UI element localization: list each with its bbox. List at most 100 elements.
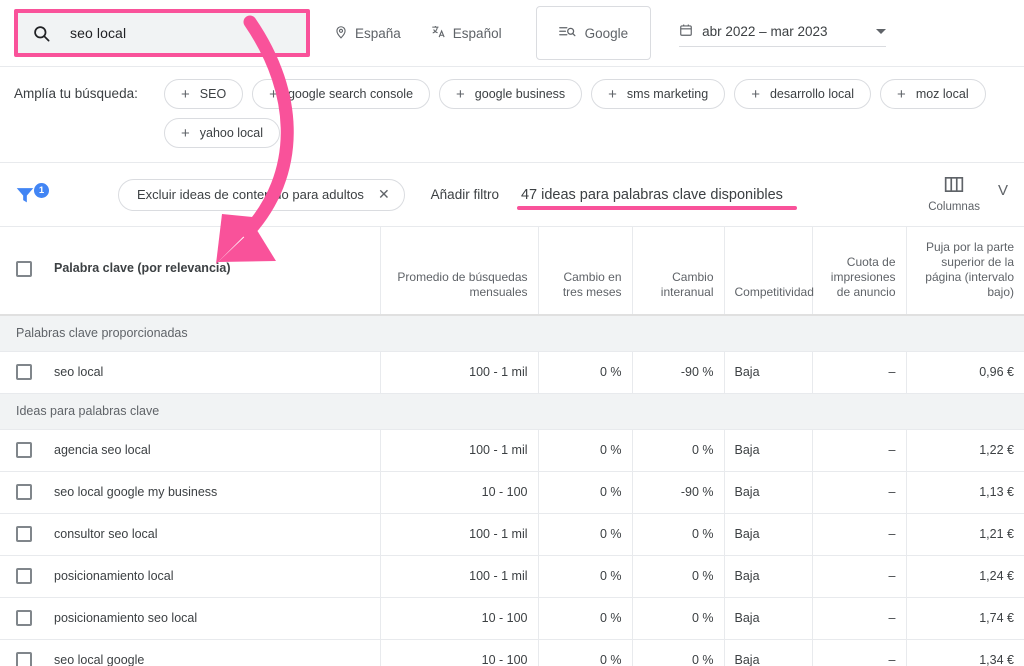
overflow-menu-button[interactable]: V	[998, 176, 1008, 199]
row-checkbox[interactable]	[16, 652, 32, 666]
cell-three-month-change: 0 %	[537, 471, 632, 514]
suggestion-chip[interactable]: + sms marketing	[591, 79, 726, 109]
expand-search-label: Amplía tu búsqueda:	[14, 86, 138, 101]
suggestion-chip[interactable]: + yahoo local	[164, 118, 281, 148]
add-filter-button[interactable]: Añadir filtro	[431, 187, 499, 202]
cell-three-month-change: 0 %	[537, 513, 632, 556]
cell-three-month-change: 0 %	[537, 555, 632, 598]
cell-keyword[interactable]: consultor seo local	[0, 513, 380, 556]
cell-yoy-change: 0 %	[631, 555, 724, 598]
cell-ad-impression-share: –	[811, 597, 906, 640]
suggestion-chip[interactable]: + google search console	[252, 79, 431, 109]
search-input[interactable]	[68, 24, 292, 42]
top-toolbar: España Español Google	[0, 0, 1024, 67]
location-label: España	[355, 25, 401, 41]
suggestion-chip[interactable]: + desarrollo local	[734, 79, 872, 109]
cell-keyword[interactable]: seo local	[0, 351, 380, 394]
language-selector[interactable]: Español	[431, 24, 502, 42]
row-checkbox[interactable]	[16, 610, 32, 626]
suggestion-chip-label: google business	[474, 87, 566, 101]
cell-competition: Baja	[723, 639, 812, 666]
header-yoy-change[interactable]: Cambio interanual	[631, 227, 724, 316]
header-top-page-bid-low[interactable]: Puja por la parte superior de la página …	[905, 227, 1024, 316]
table-row[interactable]: seo local 100 - 1 mil 0 % -90 % Baja – 0…	[0, 351, 1024, 394]
row-checkbox[interactable]	[16, 568, 32, 584]
header-ad-impression-share[interactable]: Cuota de impresiones de anuncio	[811, 227, 906, 316]
suggestion-chip-label: sms marketing	[626, 87, 709, 101]
location-selector[interactable]: España	[334, 25, 401, 42]
suggestion-chip[interactable]: + SEO	[164, 79, 244, 109]
header-avg-monthly-searches[interactable]: Promedio de búsquedas mensuales	[379, 227, 538, 316]
cell-avg-monthly-searches: 100 - 1 mil	[379, 555, 538, 598]
row-checkbox[interactable]	[16, 484, 32, 500]
search-network-button[interactable]: Google	[535, 6, 652, 60]
table-row[interactable]: seo local google 10 - 100 0 % 0 % Baja –…	[0, 639, 1024, 666]
suggestion-chip[interactable]: + google business	[439, 79, 583, 109]
cell-keyword[interactable]: posicionamiento local	[0, 555, 380, 598]
date-range-selector[interactable]: abr 2022 – mar 2023	[679, 19, 887, 47]
cell-avg-monthly-searches: 10 - 100	[379, 597, 538, 640]
cell-competition: Baja	[723, 351, 812, 394]
cell-top-page-bid-low: 1,21 €	[905, 513, 1024, 556]
plus-icon: +	[269, 85, 278, 103]
header-competition[interactable]: Competitividad	[723, 227, 814, 316]
cell-yoy-change: 0 %	[631, 639, 724, 666]
table-row[interactable]: posicionamiento local 100 - 1 mil 0 % 0 …	[0, 555, 1024, 598]
plus-icon: +	[181, 85, 190, 103]
cell-top-page-bid-low: 1,74 €	[905, 597, 1024, 640]
cell-keyword[interactable]: seo local google	[0, 639, 380, 666]
columns-label: Columnas	[928, 201, 980, 213]
cell-three-month-change: 0 %	[537, 351, 632, 394]
keyword-planner-screen: España Español Google	[0, 0, 1024, 666]
cell-competition: Baja	[723, 597, 812, 640]
search-field[interactable]	[14, 9, 310, 57]
cell-keyword[interactable]: agencia seo local	[0, 429, 380, 472]
table-row[interactable]: posicionamiento seo local 10 - 100 0 % 0…	[0, 597, 1024, 640]
suggestion-chip-label: SEO	[199, 87, 227, 101]
table-row[interactable]: agencia seo local 100 - 1 mil 0 % 0 % Ba…	[0, 429, 1024, 472]
cell-competition: Baja	[723, 429, 812, 472]
select-all-checkbox[interactable]	[16, 260, 32, 277]
cell-ad-impression-share: –	[811, 351, 906, 394]
columns-button[interactable]: Columnas	[928, 176, 980, 213]
keyword-label: seo local	[54, 365, 104, 379]
search-icon	[32, 24, 54, 43]
calendar-icon	[679, 23, 693, 40]
cell-top-page-bid-low: 0,96 €	[905, 351, 1024, 394]
cell-ad-impression-share: –	[811, 471, 906, 514]
cell-yoy-change: 0 %	[631, 429, 724, 472]
close-icon[interactable]: ✕	[378, 186, 390, 203]
keyword-table: Palabra clave (por relevancia) Promedio …	[0, 227, 1024, 666]
active-filter-chip[interactable]: Excluir ideas de contenido para adultos …	[118, 178, 405, 211]
row-checkbox[interactable]	[16, 442, 32, 458]
header-keyword[interactable]: Palabra clave (por relevancia)	[0, 227, 380, 316]
table-row[interactable]: seo local google my business 10 - 100 0 …	[0, 471, 1024, 514]
cell-top-page-bid-low: 1,34 €	[905, 639, 1024, 666]
cell-keyword[interactable]: posicionamiento seo local	[0, 597, 380, 640]
group-header-row: Ideas para palabras clave	[0, 393, 1024, 430]
ideas-count-label: 47 ideas para palabras clave disponibles	[520, 186, 783, 203]
table-row[interactable]: consultor seo local 100 - 1 mil 0 % 0 % …	[0, 513, 1024, 556]
chevron-down-icon[interactable]	[876, 28, 887, 34]
cell-top-page-bid-low: 1,13 €	[905, 471, 1024, 514]
row-checkbox[interactable]	[16, 526, 32, 542]
plus-icon: +	[608, 85, 617, 103]
suggestion-chip[interactable]: + moz local	[880, 79, 986, 109]
keyword-label: consultor seo local	[54, 527, 158, 541]
cell-three-month-change: 0 %	[537, 429, 632, 472]
cell-ad-impression-share: –	[811, 555, 906, 598]
keyword-table-body: Palabras clave proporcionadas seo local …	[0, 315, 1024, 666]
cell-keyword[interactable]: seo local google my business	[0, 471, 380, 514]
funnel-icon[interactable]: 1	[14, 182, 54, 206]
language-label: Español	[452, 25, 502, 41]
row-checkbox[interactable]	[16, 364, 32, 380]
keyword-label: posicionamiento seo local	[54, 611, 198, 625]
suggestion-chip-label: desarrollo local	[769, 87, 855, 101]
header-three-month-change[interactable]: Cambio en tres meses	[537, 227, 632, 316]
suggestion-chip-list: + SEO + google search console + google b…	[164, 79, 1010, 148]
active-filter-label: Excluir ideas de contenido para adultos	[137, 187, 364, 202]
header-keyword-label: Palabra clave (por relevancia)	[54, 261, 231, 275]
location-pin-icon	[334, 25, 348, 42]
cell-avg-monthly-searches: 100 - 1 mil	[379, 429, 538, 472]
cell-avg-monthly-searches: 100 - 1 mil	[379, 351, 538, 394]
